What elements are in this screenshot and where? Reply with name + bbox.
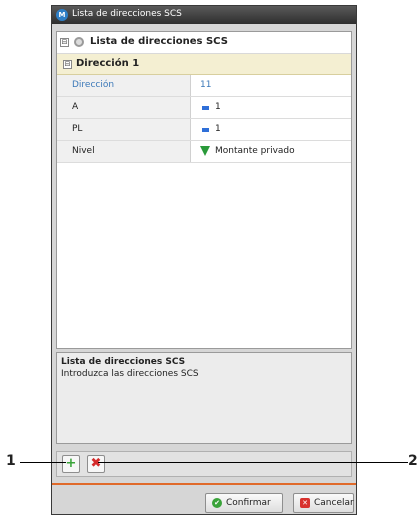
window-title: Lista de direcciones SCS <box>72 9 182 19</box>
tree-root-row[interactable]: ⊟ Lista de direcciones SCS <box>57 32 351 54</box>
tree-root-label: Lista de direcciones SCS <box>90 36 228 47</box>
app-icon: M <box>56 9 68 21</box>
bar-icon <box>202 106 209 110</box>
plus-icon: + <box>65 456 77 471</box>
title-bar[interactable]: M Lista de direcciones SCS <box>52 6 356 24</box>
collapse-toggle[interactable]: ⊟ <box>63 60 72 69</box>
property-name: PL <box>57 119 191 140</box>
delete-button[interactable]: ✖ <box>87 455 105 473</box>
property-row-nivel[interactable]: Nivel Montante privado <box>57 141 351 163</box>
check-icon: ✔ <box>212 498 222 508</box>
property-name: A <box>57 97 191 118</box>
nivel-value: Montante privado <box>215 146 295 156</box>
list-toolbar: + ✖ <box>56 451 352 477</box>
gem-icon <box>200 146 210 156</box>
property-name: Dirección <box>57 75 191 96</box>
description-text: Introduzca las direcciones SCS <box>61 369 199 379</box>
callout-2: 2 <box>408 453 418 469</box>
property-value[interactable]: 11 <box>191 75 351 96</box>
property-value[interactable]: Montante privado <box>191 141 351 162</box>
dialog-window: M Lista de direcciones SCS ⊟ Lista de di… <box>51 5 357 515</box>
close-icon: ✕ <box>300 498 310 508</box>
gear-icon <box>74 37 84 47</box>
callout-line-2 <box>98 462 408 463</box>
property-row-pl[interactable]: PL 1 <box>57 119 351 141</box>
section-label: Dirección 1 <box>76 58 140 69</box>
divider <box>52 483 356 485</box>
property-name: Nivel <box>57 141 191 162</box>
property-value[interactable]: 1 <box>191 119 351 140</box>
cancel-button[interactable]: ✕ Cancelar <box>293 493 354 513</box>
bar-icon <box>202 128 209 132</box>
direccion-value: 11 <box>200 80 212 90</box>
description-title: Lista de direcciones SCS <box>61 357 186 367</box>
confirm-button[interactable]: ✔ Confirmar <box>205 493 283 513</box>
property-row-a[interactable]: A 1 <box>57 97 351 119</box>
section-row-direccion-1[interactable]: ⊟ Dirección 1 <box>57 54 351 75</box>
property-row-direccion[interactable]: Dirección 11 <box>57 75 351 97</box>
add-button[interactable]: + <box>62 455 80 473</box>
description-panel: Lista de direcciones SCS Introduzca las … <box>56 352 352 444</box>
pl-value: 1 <box>215 124 221 134</box>
collapse-toggle[interactable]: ⊟ <box>60 38 69 47</box>
callout-line-1 <box>20 462 66 463</box>
property-grid: ⊟ Lista de direcciones SCS ⊟ Dirección 1… <box>56 31 352 349</box>
property-value[interactable]: 1 <box>191 97 351 118</box>
x-icon: ✖ <box>90 456 102 471</box>
callout-1: 1 <box>6 453 16 469</box>
a-value: 1 <box>215 102 221 112</box>
